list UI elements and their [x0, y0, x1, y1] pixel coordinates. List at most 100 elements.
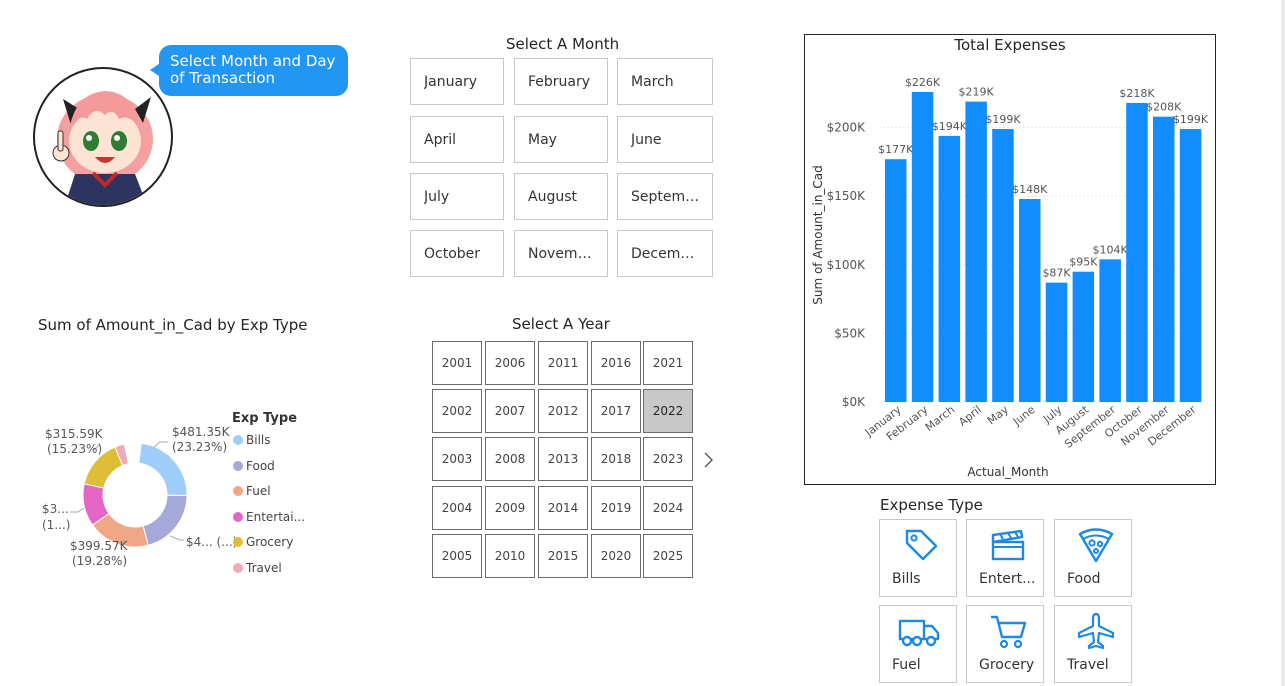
bar-september[interactable] — [1099, 259, 1121, 402]
month-button-january[interactable]: January — [410, 58, 504, 105]
bar-june[interactable] — [1019, 198, 1041, 402]
truck-icon — [898, 619, 940, 647]
year-slicer-title: Select A Year — [512, 315, 610, 333]
expense-button-label: Entert... — [979, 571, 1036, 587]
month-button-october[interactable]: October — [410, 230, 504, 277]
year-button-2009[interactable]: 2009 — [485, 486, 535, 530]
year-button-2002[interactable]: 2002 — [432, 389, 482, 433]
expense-button-label: Travel — [1067, 657, 1109, 673]
bar-may[interactable] — [992, 129, 1014, 402]
character-illustration — [52, 91, 153, 205]
year-button-2023[interactable]: 2023 — [643, 437, 693, 481]
year-button-2024[interactable]: 2024 — [643, 486, 693, 530]
year-button-2003[interactable]: 2003 — [432, 437, 482, 481]
expense-button-fuel[interactable]: Fuel — [879, 605, 957, 683]
donut-chart-title: Sum of Amount_in_Cad by Exp Type — [38, 316, 308, 334]
year-button-2021[interactable]: 2021 — [643, 341, 693, 385]
expense-button-grocery[interactable]: Grocery — [966, 605, 1044, 683]
month-button-may[interactable]: May — [514, 116, 608, 163]
chevron-right-icon[interactable] — [702, 451, 714, 469]
bar-december[interactable] — [1179, 129, 1202, 402]
expense-button-entertainment[interactable]: Entert... — [966, 519, 1044, 597]
x-tick-label: April — [956, 403, 984, 429]
x-tick-label: March — [923, 403, 957, 434]
cart-icon — [991, 615, 1027, 649]
donut-slices — [82, 442, 188, 548]
year-button-2014[interactable]: 2014 — [538, 486, 588, 530]
year-button-2012[interactable]: 2012 — [538, 389, 588, 433]
expense-button-label: Grocery — [979, 657, 1035, 673]
year-button-2017[interactable]: 2017 — [591, 389, 641, 433]
month-button-november[interactable]: November — [514, 230, 608, 277]
year-button-2010[interactable]: 2010 — [485, 534, 535, 578]
year-button-2001[interactable]: 2001 — [432, 341, 482, 385]
expense-button-travel[interactable]: Travel — [1054, 605, 1132, 683]
year-button-2020[interactable]: 2020 — [591, 534, 641, 578]
donut-label-bills-pct: (23.23%) — [172, 440, 227, 454]
legend-item-fuel[interactable]: Fuel — [233, 484, 271, 498]
month-button-august[interactable]: August — [514, 173, 608, 220]
year-button-2006[interactable]: 2006 — [485, 341, 535, 385]
legend-item-grocery[interactable]: Grocery — [233, 535, 293, 549]
bar-data-label: $218K — [1119, 87, 1155, 100]
vertical-scrollbar[interactable] — [1281, 0, 1285, 686]
donut-label-entertainment-value: $3... — [42, 502, 69, 516]
bar-february[interactable] — [911, 92, 934, 402]
airplane-icon — [1077, 612, 1115, 650]
month-button-february[interactable]: February — [514, 58, 608, 105]
year-button-2016[interactable]: 2016 — [591, 341, 641, 385]
bar-march[interactable] — [938, 135, 961, 402]
legend-item-entertainment[interactable]: Entertai... — [233, 510, 305, 524]
year-button-2025[interactable]: 2025 — [643, 534, 693, 578]
month-button-april[interactable]: April — [410, 116, 504, 163]
expense-button-bills[interactable]: Bills — [879, 519, 957, 597]
month-slicer-title: Select A Month — [506, 35, 620, 53]
donut-slice-food[interactable] — [142, 494, 188, 546]
bar-chart-svg: Total Expenses Sum of Amount_in_Cad Actu… — [811, 36, 1209, 479]
x-axis-title: Actual_Month — [967, 465, 1048, 479]
bar-data-label: $199K — [1173, 113, 1209, 126]
legend-item-food[interactable]: Food — [233, 459, 275, 473]
legend-swatch-bills — [233, 435, 243, 445]
year-button-2004[interactable]: 2004 — [432, 486, 482, 530]
bar-november[interactable] — [1153, 116, 1175, 403]
legend-item-travel[interactable]: Travel — [233, 561, 282, 575]
bar-april[interactable] — [965, 101, 987, 402]
donut-label-fuel-pct: (19.28%) — [72, 554, 127, 568]
year-button-2022[interactable]: 2022 — [643, 389, 693, 433]
legend-swatch-food — [233, 461, 243, 471]
y-tick-label: $100K — [827, 258, 867, 272]
month-button-december[interactable]: December — [617, 230, 713, 277]
year-button-2015[interactable]: 2015 — [538, 534, 588, 578]
bar-january[interactable] — [885, 159, 907, 402]
legend-swatch-travel — [233, 563, 243, 573]
year-button-2011[interactable]: 2011 — [538, 341, 588, 385]
year-button-2008[interactable]: 2008 — [485, 437, 535, 481]
year-button-2013[interactable]: 2013 — [538, 437, 588, 481]
year-button-2007[interactable]: 2007 — [485, 389, 535, 433]
month-button-july[interactable]: July — [410, 173, 504, 220]
expense-button-label: Bills — [892, 571, 921, 587]
y-axis-title: Sum of Amount_in_Cad — [811, 165, 825, 305]
bar-data-label: $194K — [932, 120, 968, 133]
donut-label-food: $4... (...) — [186, 535, 237, 549]
donut-label-fuel-value: $399.57K — [70, 539, 129, 553]
bar-data-label: $208K — [1146, 101, 1182, 114]
year-button-2018[interactable]: 2018 — [591, 437, 641, 481]
y-tick-label: $0K — [842, 395, 866, 409]
legend-swatch-entertainment — [233, 512, 243, 522]
month-button-march[interactable]: March — [617, 58, 713, 105]
bar-august[interactable] — [1072, 271, 1095, 402]
year-button-2019[interactable]: 2019 — [591, 486, 641, 530]
chart-title: Total Expenses — [953, 36, 1065, 54]
bar-october[interactable] — [1126, 102, 1148, 402]
month-button-june[interactable]: June — [617, 116, 713, 163]
legend-item-bills[interactable]: Bills — [233, 433, 271, 447]
y-tick-label: $50K — [834, 326, 866, 340]
bar-data-label: $199K — [985, 113, 1021, 126]
month-button-september[interactable]: Septemb... — [617, 173, 713, 220]
expense-button-food[interactable]: Food — [1054, 519, 1132, 597]
bar-july[interactable] — [1045, 282, 1068, 402]
x-tick-label: May — [985, 403, 1011, 428]
year-button-2005[interactable]: 2005 — [432, 534, 482, 578]
